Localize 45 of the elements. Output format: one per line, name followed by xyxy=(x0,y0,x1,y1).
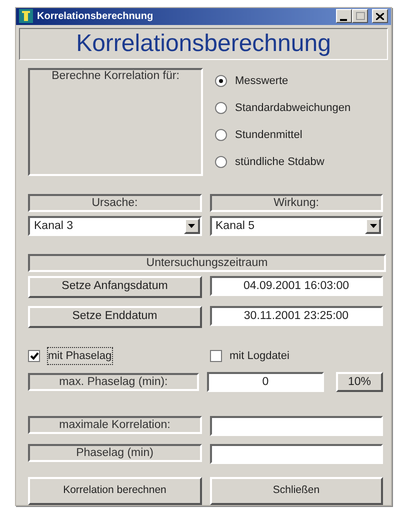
minimize-button[interactable] xyxy=(336,9,352,24)
result-field[interactable] xyxy=(210,416,383,436)
field-label: Wirkung: xyxy=(210,194,383,212)
checkbox[interactable] xyxy=(210,350,222,362)
maximize-button[interactable] xyxy=(352,9,368,24)
section-label: Untersuchungszeitraum xyxy=(28,254,386,272)
window-title: Korrelationsberechnung xyxy=(37,10,154,24)
dropdown-arrow-button[interactable] xyxy=(365,218,381,234)
app-icon xyxy=(19,9,33,24)
field-label: Phaselag (min) xyxy=(28,444,202,462)
field-label: maximale Korrelation: xyxy=(28,416,202,434)
date-field[interactable]: 04.09.2001 16:03:00 xyxy=(210,276,383,296)
radio-button[interactable] xyxy=(215,156,227,168)
group-label: Berechne Korrelation für: xyxy=(28,68,203,176)
caret-icon xyxy=(370,224,376,228)
option-label[interactable]: Messwerte xyxy=(235,72,288,90)
checkbox-label[interactable]: mit Phaselag xyxy=(48,348,112,364)
field-label: Ursache: xyxy=(28,194,202,212)
header-title: Korrelationsberechnung xyxy=(19,28,388,60)
minimize-icon xyxy=(340,18,348,22)
date-field[interactable]: 30.11.2001 23:25:00 xyxy=(210,306,383,326)
close-button[interactable] xyxy=(372,9,388,24)
radio-button[interactable] xyxy=(215,102,227,114)
date-button[interactable]: Setze Enddatum xyxy=(28,306,202,328)
caret-icon xyxy=(188,224,195,228)
field-label: max. Phaselag (min): xyxy=(28,373,199,391)
option-label[interactable]: stündliche Stdabw xyxy=(235,154,324,170)
radio-button[interactable] xyxy=(215,129,227,141)
dropdown[interactable]: Kanal 5 xyxy=(210,216,383,236)
action-button[interactable]: Korrelation berechnen xyxy=(28,477,202,505)
check-icon xyxy=(30,352,38,360)
option-label[interactable]: Standardabweichungen xyxy=(235,100,351,116)
dropdown-arrow-button[interactable] xyxy=(184,218,200,234)
result-field[interactable] xyxy=(210,444,383,464)
dropdown[interactable]: Kanal 3 xyxy=(28,216,202,236)
close-icon xyxy=(376,12,384,20)
date-button[interactable]: Setze Anfangsdatum xyxy=(28,276,202,298)
checkbox-label[interactable]: mit Logdatei xyxy=(230,348,290,364)
radio-button[interactable] xyxy=(215,75,227,87)
maximize-icon xyxy=(356,12,364,20)
checkbox[interactable] xyxy=(28,350,40,362)
action-button[interactable]: Schließen xyxy=(210,477,383,505)
option-label[interactable]: Stundenmittel xyxy=(235,126,302,144)
percent-button[interactable]: 10% xyxy=(336,372,383,392)
phaselag-input[interactable]: 0 xyxy=(206,372,324,392)
